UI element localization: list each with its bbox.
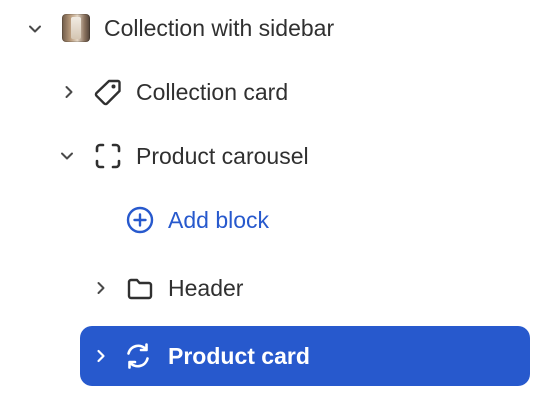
tree-item-collection-card[interactable]: Collection card (0, 64, 548, 120)
tree-item-label: Collection card (136, 79, 289, 105)
plus-circle-icon (124, 204, 156, 236)
chevron-down-icon[interactable] (56, 145, 78, 167)
chevron-right-icon[interactable] (90, 277, 112, 299)
dashed-square-icon (92, 140, 124, 172)
tree-item-header[interactable]: Header (0, 260, 548, 316)
chevron-down-icon[interactable] (24, 18, 46, 40)
tree-item-product-card[interactable]: Product card (80, 326, 530, 386)
tree-item-collection-with-sidebar[interactable]: Collection with sidebar (0, 0, 548, 56)
tree-item-product-carousel[interactable]: Product carousel (0, 128, 548, 184)
chevron-right-icon[interactable] (90, 345, 112, 367)
tree-item-label: Collection with sidebar (104, 15, 335, 41)
add-block-button[interactable]: Add block (0, 192, 548, 248)
tree-item-label: Header (168, 275, 244, 301)
refresh-icon (122, 340, 154, 372)
tree-item-label: Product card (168, 343, 310, 369)
tree-item-label: Product carousel (136, 143, 309, 169)
tag-icon (92, 76, 124, 108)
chevron-right-icon[interactable] (58, 81, 80, 103)
collection-thumbnail (62, 14, 90, 42)
section-tree: Collection with sidebar Collection card (0, 0, 548, 400)
folder-icon (124, 272, 156, 304)
add-block-label: Add block (168, 207, 270, 233)
